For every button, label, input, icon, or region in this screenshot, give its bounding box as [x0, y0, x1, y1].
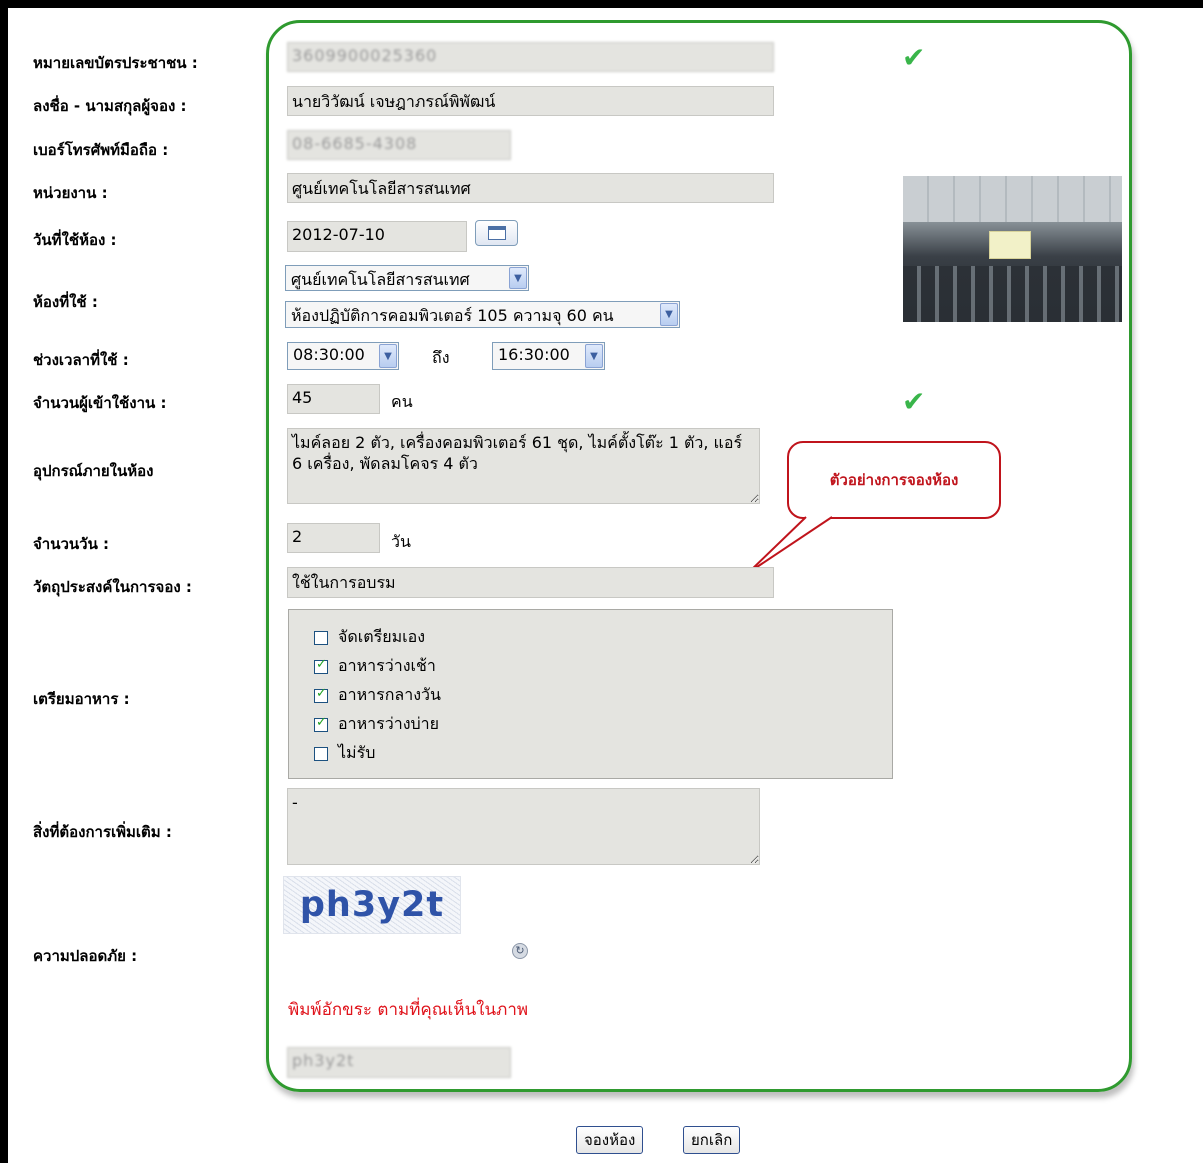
room-photo-screen — [989, 231, 1031, 259]
captcha-hint: พิมพ์อักขระ ตามที่คุณเห็นในภาพ — [288, 1000, 529, 1020]
name-input[interactable]: นายวิวัฒน์ เจษฎาภรณ์พิพัฒน์ — [287, 86, 774, 116]
purpose-input[interactable]: ใช้ในการอบรม — [287, 567, 774, 598]
time-to-value: 16:30:00 — [498, 345, 570, 364]
room-photo-desks — [903, 266, 1122, 322]
label-id-card: หมายเลขบัตรประชาชน : — [33, 54, 198, 72]
food-option-label: อาหารว่างบ่าย — [338, 714, 440, 733]
checkbox[interactable] — [314, 630, 328, 645]
label-department: หน่วยงาน : — [33, 184, 108, 202]
label-room: ห้องที่ใช้ : — [33, 293, 98, 311]
room-photo-ceiling — [903, 176, 1122, 222]
time-to-word: ถึง — [432, 348, 450, 367]
cancel-button[interactable]: ยกเลิก — [683, 1126, 741, 1154]
attendees-unit: คน — [391, 392, 413, 411]
food-option-lunch[interactable]: อาหารกลางวัน — [314, 683, 441, 708]
equipment-textarea[interactable]: ไมค์ลอย 2 ตัว, เครื่องคอมพิวเตอร์ 61 ชุด… — [287, 428, 760, 504]
check-icon: ✔ — [902, 41, 926, 74]
captcha-image: ph3y2t — [283, 876, 461, 934]
label-security: ความปลอดภัย : — [33, 947, 138, 965]
room-name-select[interactable]: ห้องปฏิบัติการคอมพิวเตอร์ 105 ความจุ 60 … — [285, 301, 680, 328]
chevron-down-icon: ▼ — [509, 267, 527, 289]
label-equipment: อุปกรณ์ภายในห้อง — [33, 462, 154, 480]
room-building-select[interactable]: ศูนย์เทคโนโลยีสารสนเทศ ▼ — [285, 265, 529, 291]
room-name-value: ห้องปฏิบัติการคอมพิวเตอร์ 105 ความจุ 60 … — [291, 306, 614, 325]
checkbox[interactable] — [314, 657, 328, 674]
label-date: วันที่ใช้ห้อง : — [33, 231, 117, 249]
chevron-down-icon: ▼ — [379, 344, 397, 368]
food-option-label: อาหารกลางวัน — [338, 685, 441, 704]
food-options-box: จัดเตรียมเอง อาหารว่างเช้า อาหารกลางวัน … — [288, 609, 893, 779]
checkbox[interactable] — [314, 746, 328, 761]
checkbox[interactable] — [314, 686, 328, 703]
phone-input[interactable]: 08-6685-4308 — [287, 130, 511, 160]
time-from-select[interactable]: 08:30:00 ▼ — [287, 342, 399, 370]
time-from-value: 08:30:00 — [293, 345, 365, 364]
window-top-border — [0, 0, 1203, 8]
window-left-border — [0, 0, 8, 1163]
label-time: ช่วงเวลาที่ใช้ : — [33, 351, 129, 369]
room-photo — [903, 176, 1122, 322]
label-attendees: จำนวนผู้เข้าใช้งาน : — [33, 394, 167, 412]
food-option-none[interactable]: ไม่รับ — [314, 741, 375, 766]
date-input[interactable]: 2012-07-10 — [287, 221, 467, 252]
callout-pointer-path — [747, 516, 833, 574]
department-input[interactable]: ศูนย์เทคโนโลยีสารสนเทศ — [287, 173, 774, 203]
food-option-morning-snack[interactable]: อาหารว่างเช้า — [314, 654, 436, 679]
label-extra: สิ่งที่ต้องการเพิ่มเติม : — [33, 823, 172, 841]
chevron-down-icon: ▼ — [585, 344, 603, 368]
food-option-label: จัดเตรียมเอง — [338, 627, 426, 646]
extra-textarea[interactable]: - — [287, 788, 760, 865]
chevron-down-icon: ▼ — [660, 303, 678, 326]
room-building-value: ศูนย์เทคโนโลยีสารสนเทศ — [291, 270, 470, 289]
label-phone: เบอร์โทรศัพท์มือถือ : — [33, 141, 169, 159]
label-purpose: วัตถุประสงค์ในการจอง : — [33, 578, 192, 596]
calendar-icon — [488, 226, 506, 240]
food-option-label: อาหารว่างเช้า — [338, 656, 436, 675]
food-option-afternoon-snack[interactable]: อาหารว่างบ่าย — [314, 712, 439, 737]
attendees-input[interactable]: 45 — [287, 384, 380, 414]
check-icon: ✔ — [902, 385, 926, 418]
label-food: เตรียมอาหาร : — [33, 690, 130, 708]
captcha-input[interactable]: ph3y2t — [287, 1047, 511, 1078]
food-option-self[interactable]: จัดเตรียมเอง — [314, 625, 425, 650]
example-callout: ตัวอย่างการจองห้อง — [787, 441, 1001, 519]
days-unit: วัน — [391, 532, 411, 551]
calendar-button[interactable] — [475, 220, 518, 246]
label-days: จำนวนวัน : — [33, 535, 110, 553]
time-to-select[interactable]: 16:30:00 ▼ — [492, 342, 605, 370]
checkbox[interactable] — [314, 715, 328, 732]
id-card-input[interactable]: 3609900025360 — [287, 42, 774, 72]
label-name: ลงชื่อ - นามสกุลผู้จอง : — [33, 97, 187, 115]
days-input[interactable]: 2 — [287, 523, 380, 553]
food-option-label: ไม่รับ — [338, 743, 376, 762]
refresh-icon[interactable]: ↻ — [512, 943, 528, 959]
submit-button[interactable]: จองห้อง — [576, 1126, 644, 1154]
